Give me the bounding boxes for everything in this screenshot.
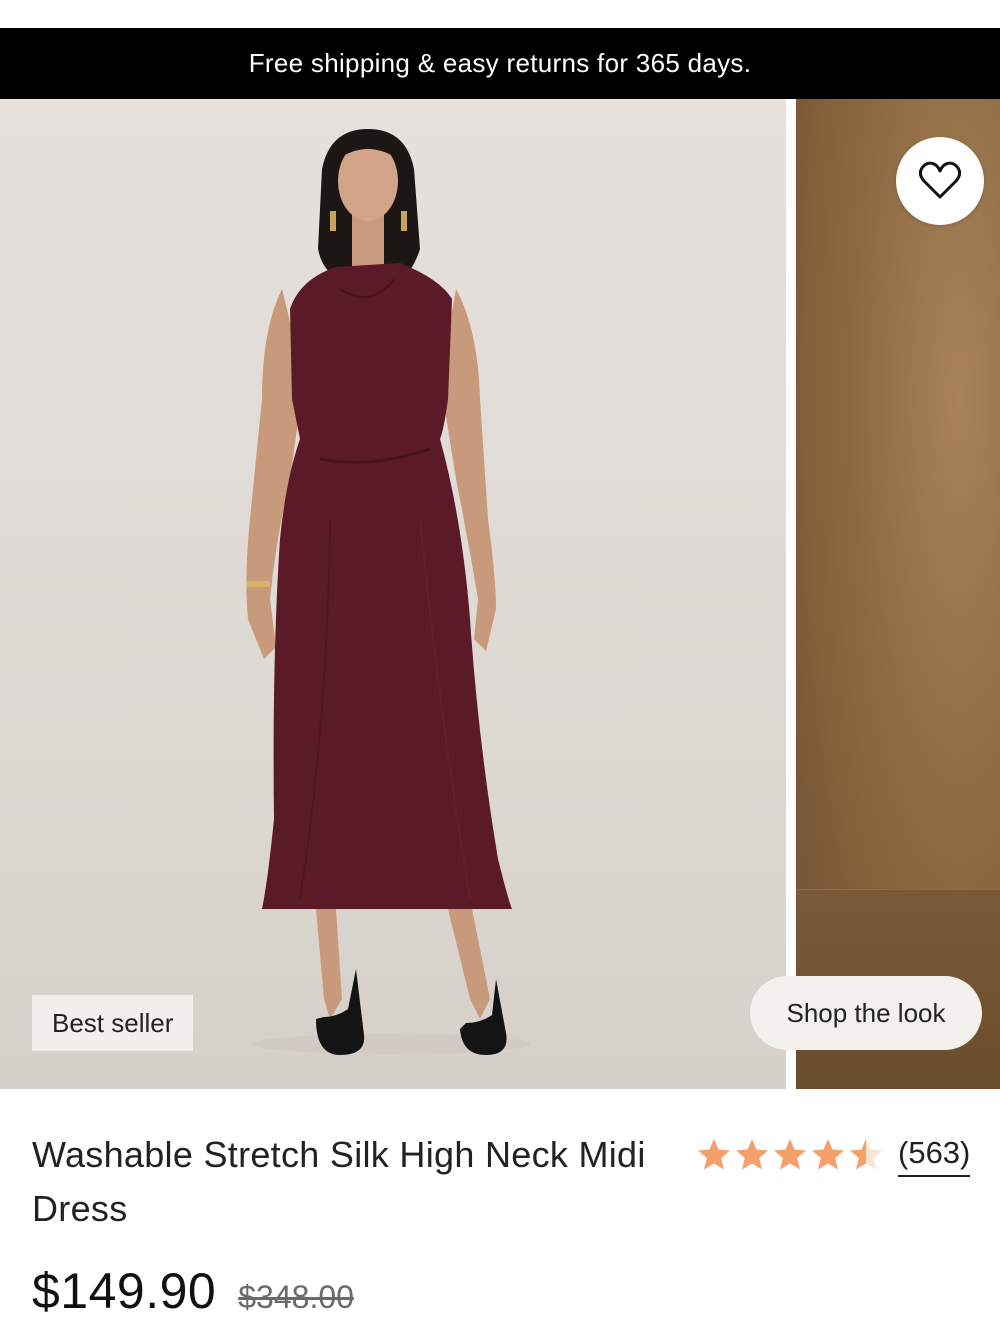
model-photo [246,129,530,1055]
product-image-gallery[interactable]: Best seller Shop the look [0,99,1000,1089]
rating-stars [696,1137,884,1173]
price-row: $149.90 $348.00 [32,1262,354,1320]
product-image-next[interactable] [796,99,1000,1089]
price-current: $149.90 [32,1263,217,1319]
star-icon [736,1139,768,1170]
slide-divider [786,99,796,1089]
shop-the-look-button[interactable]: Shop the look [750,976,982,1050]
star-icon [812,1139,844,1170]
star-icon [850,1139,882,1170]
shop-the-look-label: Shop the look [786,997,946,1028]
star-icon [698,1139,730,1170]
product-rating[interactable]: (563) [696,1133,971,1177]
product-title: Washable Stretch Silk High Neck Midi Dre… [32,1134,646,1229]
product-image-main[interactable] [0,99,786,1089]
price-original: $348.00 [238,1279,354,1315]
badge-label: Best seller [52,1007,174,1038]
wishlist-button[interactable] [896,137,984,225]
heart-icon [918,161,962,199]
dress-shape [290,263,452,439]
review-count-link[interactable]: (563) [898,1133,971,1177]
status-bar-area [0,0,1000,28]
star-icon [774,1139,806,1170]
promo-banner: Free shipping & easy returns for 365 day… [0,28,1000,99]
best-seller-badge: Best seller [32,995,194,1051]
promo-banner-text: Free shipping & easy returns for 365 day… [248,48,752,78]
